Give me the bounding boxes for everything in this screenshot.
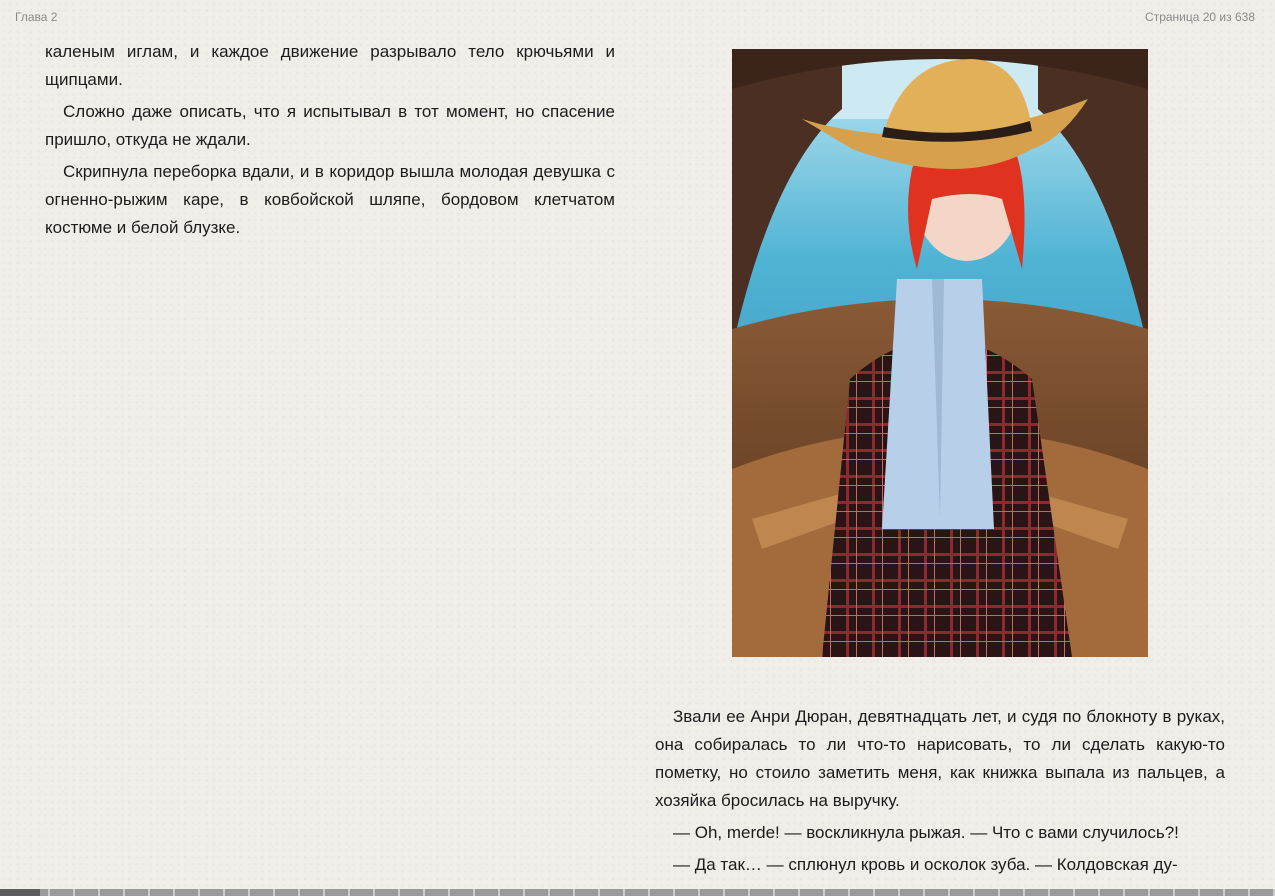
paragraph: Скрипнула переборка вдали, и в коридор в… xyxy=(45,162,615,237)
illustration-image xyxy=(732,49,1148,657)
paragraph: — Oh, merde! — воскликнула рыжая. — Что … xyxy=(673,823,1179,842)
paragraph: Сложно даже описать, что я испытывал в т… xyxy=(45,102,615,149)
illustration-drawing xyxy=(732,49,1148,657)
reading-progress-bar[interactable] xyxy=(0,889,1275,896)
page-counter: Страница 20 из 638 xyxy=(1145,10,1255,24)
left-text-column: каленым иглам, и каждое движение разрыва… xyxy=(45,38,615,246)
reading-progress-fill xyxy=(0,889,40,896)
chapter-label: Глава 2 xyxy=(15,10,58,24)
paragraph: каленым иглам, и каждое движение разрыва… xyxy=(45,42,615,89)
right-text-column: Звали ее Анри Дюран, девятнадцать лет, и… xyxy=(655,703,1225,883)
paragraph: Звали ее Анри Дюран, девятнадцать лет, и… xyxy=(655,707,1225,810)
paragraph: — Да так… — сплюнул кровь и осколок зуба… xyxy=(673,855,1178,874)
